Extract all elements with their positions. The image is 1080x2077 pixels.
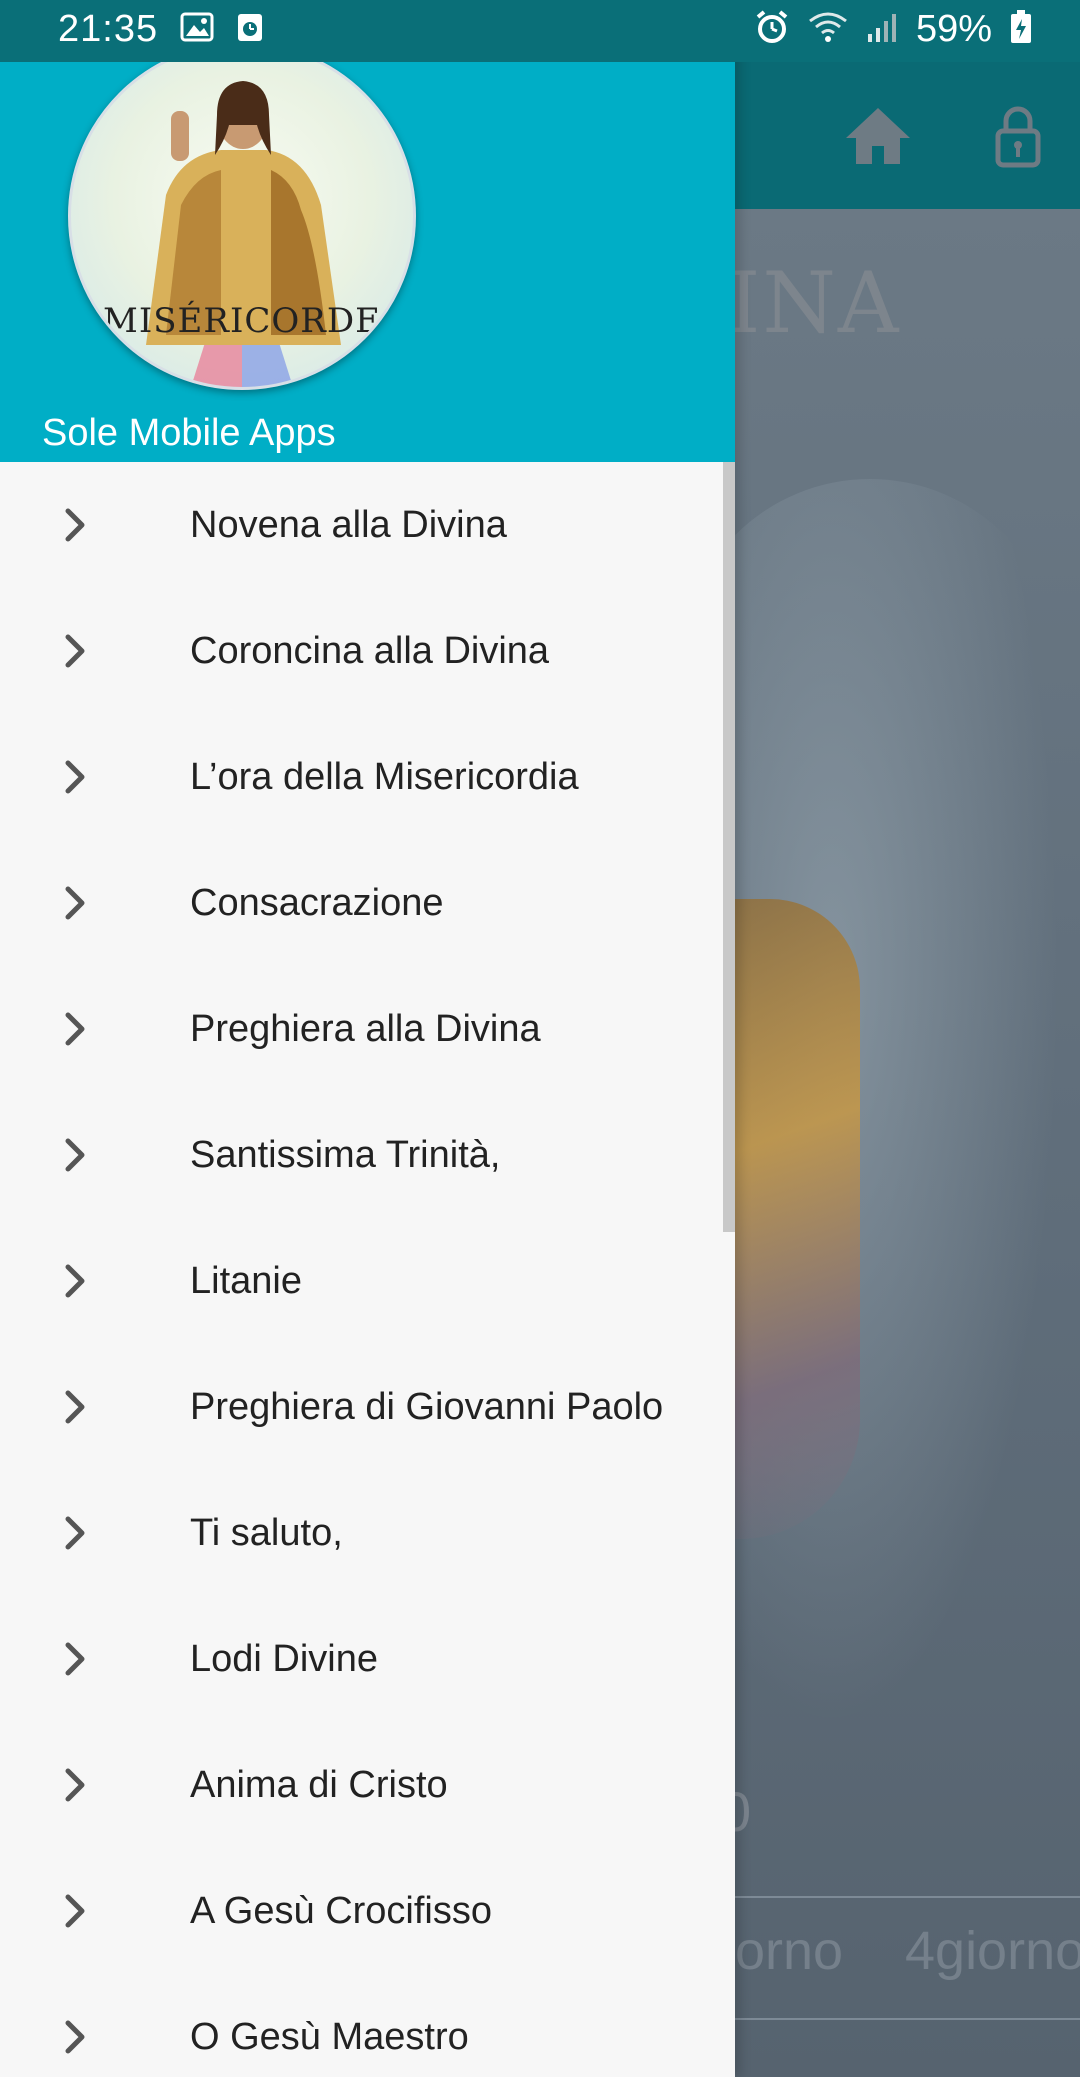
chevron-right-icon [60, 883, 90, 923]
drawer-menu-item[interactable]: Anima di Cristo [0, 1722, 735, 1848]
alarm-icon [754, 10, 790, 49]
drawer-menu-item-label: Lodi Divine [190, 1638, 378, 1680]
chevron-right-icon [60, 1513, 90, 1553]
drawer-menu-item-label: Preghiera di Giovanni Paolo [190, 1386, 664, 1428]
drawer-menu-item-label: Litanie [190, 1260, 302, 1302]
drawer-menu-list: Novena alla Divina Coroncina alla Divina L… [0, 462, 735, 2077]
signal-icon [866, 12, 898, 47]
chevron-right-icon [60, 1891, 90, 1931]
chevron-right-icon [60, 2017, 90, 2057]
drawer-menu-item-label: Consacrazione [190, 882, 444, 924]
chevron-right-icon [60, 1135, 90, 1175]
status-time: 21:35 [58, 8, 159, 50]
scrollbar[interactable] [723, 462, 735, 1232]
chevron-right-icon [60, 631, 90, 671]
drawer-menu-item[interactable]: O Gesù Maestro [0, 1974, 735, 2077]
calendar-icon [236, 11, 264, 48]
drawer-menu-item-label: Ti saluto, [190, 1512, 343, 1554]
drawer-menu-item-label: Anima di Cristo [190, 1764, 448, 1806]
chevron-right-icon [60, 505, 90, 545]
status-bar: 21:35 59% [0, 0, 1080, 62]
drawer-menu-item-label: Coroncina alla Divina [190, 630, 550, 672]
drawer-menu-item[interactable]: Lodi Divine [0, 1596, 735, 1722]
drawer-menu-item[interactable]: Litanie [0, 1218, 735, 1344]
drawer-menu-item[interactable]: Preghiera alla Divina [0, 966, 735, 1092]
wifi-icon [808, 11, 848, 48]
drawer-menu-item[interactable]: Preghiera di Giovanni Paolo [0, 1344, 735, 1470]
drawer-menu-item[interactable]: Coroncina alla Divina [0, 588, 735, 714]
drawer-menu-item[interactable]: Ti saluto, [0, 1470, 735, 1596]
drawer-menu-item-label: L’ora della Misericordia [190, 756, 579, 798]
battery-icon [1010, 10, 1032, 49]
tab-4giorno[interactable]: 4giorno [905, 1920, 1080, 1982]
drawer-menu-item-label: O Gesù Maestro [190, 2016, 469, 2058]
drawer-subtitle: Sole Mobile Apps [42, 412, 336, 454]
chevron-right-icon [60, 1009, 90, 1049]
chevron-right-icon [60, 1639, 90, 1679]
drawer-menu-item-label: Preghiera alla Divina [190, 1008, 541, 1050]
drawer-menu-item[interactable]: A Gesù Crocifisso [0, 1848, 735, 1974]
drawer-menu-item[interactable]: Consacrazione [0, 840, 735, 966]
drawer-menu-item[interactable]: Santissima Trinità, [0, 1092, 735, 1218]
battery-percentage: 59% [915, 8, 992, 50]
tab-giorno[interactable]: orno [735, 1920, 843, 1982]
drawer-menu-item-label: Santissima Trinità, [190, 1134, 501, 1176]
drawer-menu-item[interactable]: L’ora della Misericordia [0, 714, 735, 840]
screen: DIVINA DIA 0 orno 4giorno [0, 0, 1080, 2077]
chevron-right-icon [60, 1387, 90, 1427]
home-icon[interactable] [828, 62, 928, 209]
lock-icon[interactable] [968, 62, 1068, 209]
drawer-header: MISÉRICORDE Sole Mobile Apps [0, 0, 735, 462]
image-icon [180, 12, 214, 47]
logo-text: MISÉRICORDE [103, 301, 381, 341]
app-logo: MISÉRICORDE [68, 42, 416, 390]
drawer-menu-item-label: Novena alla Divina [190, 504, 507, 546]
navigation-drawer: MISÉRICORDE Sole Mobile Apps Novena alla… [0, 0, 735, 2077]
drawer-menu-item[interactable]: Novena alla Divina [0, 462, 735, 588]
chevron-right-icon [60, 1261, 90, 1301]
chevron-right-icon [60, 757, 90, 797]
drawer-menu-item-label: A Gesù Crocifisso [190, 1890, 492, 1932]
chevron-right-icon [60, 1765, 90, 1805]
